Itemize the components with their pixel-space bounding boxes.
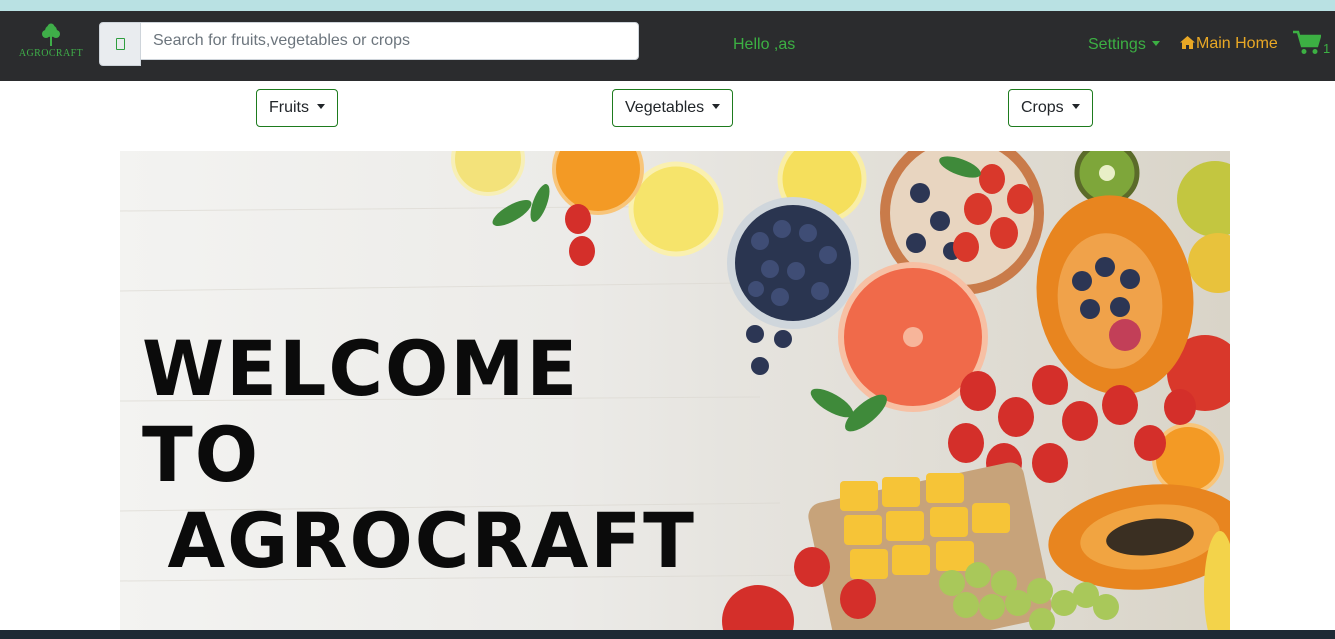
browser-top-strip: [0, 0, 1335, 11]
caret-down-icon: [712, 104, 721, 110]
shopping-cart-icon: [1293, 30, 1322, 54]
caret-down-icon: [317, 104, 325, 110]
fruits-label: Fruits: [269, 99, 309, 116]
cart-link[interactable]: 1: [1293, 30, 1330, 56]
brand-text: AGROCRAFT: [18, 48, 84, 59]
fruits-dropdown-button[interactable]: Fruits: [256, 89, 338, 127]
os-taskbar: [0, 630, 1335, 639]
crops-label: Crops: [1021, 99, 1064, 116]
hero-heading: WELCOME TO AGROCRAFT: [142, 326, 710, 584]
cart-count: 1: [1323, 41, 1331, 57]
hero-line-1: WELCOME TO: [142, 324, 580, 499]
caret-down-icon: [1071, 104, 1080, 110]
caret-down-icon: [1151, 41, 1160, 47]
search-icon: [116, 38, 125, 50]
home-icon: [1180, 36, 1195, 49]
search-button[interactable]: [99, 22, 141, 66]
top-navbar: AGROCRAFT Hello ,as Settings Main Home 1: [0, 11, 1335, 81]
settings-label: Settings: [1088, 36, 1146, 53]
hero-banner: WELCOME TO AGROCRAFT: [120, 151, 1230, 631]
crops-dropdown-button[interactable]: Crops: [1008, 89, 1093, 127]
user-greeting: Hello ,as: [733, 36, 796, 53]
vegetables-dropdown-button[interactable]: Vegetables: [612, 89, 734, 127]
hero-line-2: AGROCRAFT: [167, 496, 696, 585]
vegetables-label: Vegetables: [625, 99, 705, 116]
search-input[interactable]: [140, 22, 639, 60]
main-home-label: Main Home: [1196, 35, 1278, 52]
tree-logo-icon: [42, 23, 60, 46]
settings-dropdown[interactable]: Settings: [1088, 36, 1160, 54]
main-home-link[interactable]: Main Home: [1180, 35, 1278, 53]
brand-logo[interactable]: AGROCRAFT: [16, 23, 86, 63]
